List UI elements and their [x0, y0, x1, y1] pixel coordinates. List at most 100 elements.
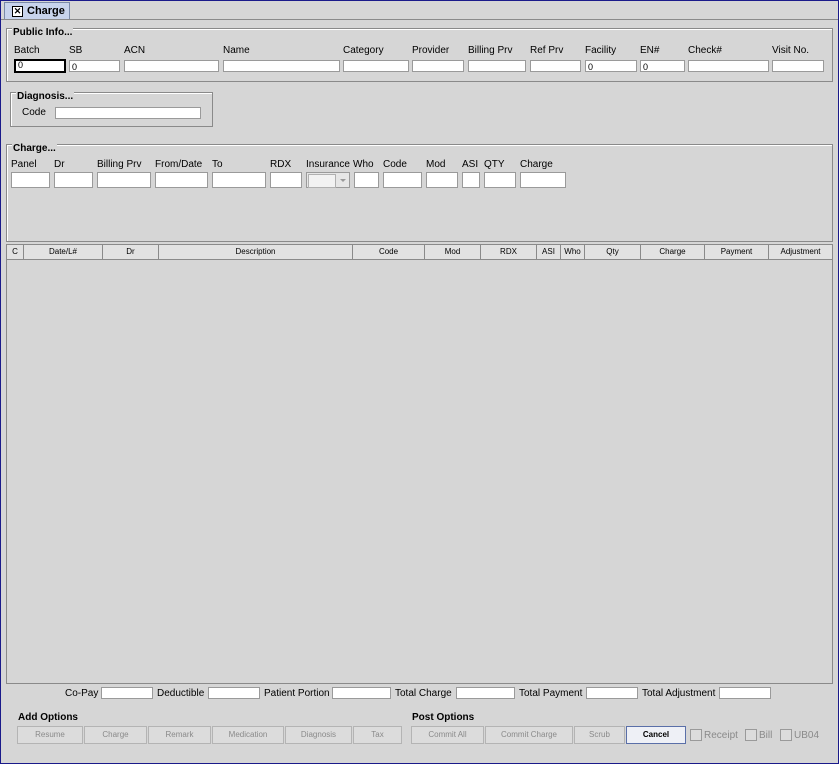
column-header-payment[interactable]: Payment [705, 245, 769, 259]
ub04-label: UB04 [794, 729, 820, 741]
provider-input[interactable] [412, 60, 464, 72]
ub04-checkbox-box [780, 729, 792, 741]
name-label: Name [223, 45, 250, 56]
from-date-label: From/Date [155, 159, 203, 170]
dr-label: Dr [54, 159, 65, 170]
deductible-input[interactable] [208, 687, 260, 699]
commit-all-button[interactable]: Commit All [411, 726, 484, 744]
rdx-label: RDX [270, 159, 292, 170]
column-header-charge[interactable]: Charge [641, 245, 705, 259]
column-header-who[interactable]: Who [561, 245, 585, 259]
charge-group: Charge... Panel Dr Billing Prv From/Date… [6, 143, 833, 242]
chevron-down-icon [340, 179, 346, 182]
qty-label: QTY [484, 159, 505, 170]
code-label: Code [383, 159, 407, 170]
column-header-qty[interactable]: Qty [585, 245, 641, 259]
tab-title: Charge [27, 5, 65, 17]
to-input[interactable] [212, 172, 266, 188]
diagnosis-code-input[interactable] [55, 107, 201, 119]
tab-charge[interactable]: ✕ Charge [4, 2, 70, 19]
en-label: EN# [640, 45, 660, 56]
deductible-label: Deductible [157, 688, 205, 699]
table-header: C Date/L# Dr Description Code Mod RDX AS… [7, 245, 832, 260]
provider-label: Provider [412, 45, 450, 56]
commit-charge-button[interactable]: Commit Charge [485, 726, 573, 744]
column-header-adjustment[interactable]: Adjustment [769, 245, 832, 259]
diagnosis-code-label: Code [22, 107, 46, 118]
column-header-dr[interactable]: Dr [103, 245, 159, 259]
copay-input[interactable] [101, 687, 153, 699]
qty-input[interactable] [484, 172, 516, 188]
ref-prv-label: Ref Prv [530, 45, 564, 56]
bill-checkbox[interactable]: Bill [745, 729, 772, 741]
diagnosis-button[interactable]: Diagnosis [285, 726, 352, 744]
total-payment-label: Total Payment [519, 688, 583, 699]
billing-prv-label: Billing Prv [468, 45, 513, 56]
batch-label: Batch [14, 45, 40, 56]
add-options-title: Add Options [18, 712, 78, 723]
column-header-rdx[interactable]: RDX [481, 245, 537, 259]
ub04-checkbox[interactable]: UB04 [780, 729, 819, 741]
resume-button[interactable]: Resume [17, 726, 83, 744]
column-header-description[interactable]: Description [159, 245, 353, 259]
facility-input[interactable]: 0 [585, 60, 637, 72]
column-header-c[interactable]: C [7, 245, 24, 259]
remark-button[interactable]: Remark [148, 726, 211, 744]
medication-button[interactable]: Medication [212, 726, 284, 744]
rdx-input[interactable] [270, 172, 302, 188]
en-input[interactable]: 0 [640, 60, 685, 72]
category-input[interactable] [343, 60, 409, 72]
asi-input[interactable] [462, 172, 480, 188]
column-header-mod[interactable]: Mod [425, 245, 481, 259]
scrub-button[interactable]: Scrub [574, 726, 625, 744]
who-label: Who [353, 159, 374, 170]
charge-billing-prv-label: Billing Prv [97, 159, 142, 170]
charge-button[interactable]: Charge [84, 726, 147, 744]
acn-label: ACN [124, 45, 146, 56]
diagnosis-group: Diagnosis... Code [10, 91, 213, 127]
from-date-input[interactable] [155, 172, 208, 188]
column-header-date[interactable]: Date/L# [24, 245, 103, 259]
mod-label: Mod [426, 159, 446, 170]
public-info-legend: Public Info... [12, 27, 74, 38]
patient-portion-label: Patient Portion [264, 688, 330, 699]
diagnosis-legend: Diagnosis... [16, 91, 75, 102]
total-charge-input[interactable] [456, 687, 515, 699]
bill-checkbox-box [745, 729, 757, 741]
to-label: To [212, 159, 223, 170]
receipt-label: Receipt [704, 729, 738, 741]
acn-input[interactable] [124, 60, 219, 72]
charges-table[interactable]: C Date/L# Dr Description Code Mod RDX AS… [6, 244, 833, 684]
name-input[interactable] [223, 60, 340, 72]
charge-billing-prv-input[interactable] [97, 172, 151, 188]
total-payment-input[interactable] [586, 687, 638, 699]
public-info-group: Public Info... Batch SB ACN Name Categor… [6, 27, 833, 82]
insurance-select[interactable] [306, 172, 350, 188]
tab-bar: ✕ Charge [1, 1, 838, 20]
close-icon[interactable]: ✕ [12, 5, 23, 17]
tax-button[interactable]: Tax [353, 726, 402, 744]
sb-input[interactable]: 0 [69, 60, 120, 72]
mod-input[interactable] [426, 172, 458, 188]
panel-input[interactable] [11, 172, 50, 188]
dr-input[interactable] [54, 172, 93, 188]
column-header-code[interactable]: Code [353, 245, 425, 259]
charge-window: ✕ Charge Public Info... Batch SB ACN Nam… [0, 0, 839, 764]
panel-label: Panel [11, 159, 37, 170]
code-input[interactable] [383, 172, 422, 188]
patient-portion-input[interactable] [332, 687, 391, 699]
receipt-checkbox[interactable]: Receipt [690, 729, 738, 741]
column-header-asi[interactable]: ASI [537, 245, 561, 259]
total-charge-label: Total Charge [395, 688, 452, 699]
billing-prv-input[interactable] [468, 60, 526, 72]
bill-label: Bill [759, 729, 773, 741]
check-label: Check# [688, 45, 722, 56]
total-adjustment-input[interactable] [719, 687, 771, 699]
who-input[interactable] [354, 172, 379, 188]
check-input[interactable] [688, 60, 769, 72]
charge-amount-input[interactable] [520, 172, 566, 188]
batch-input[interactable]: 0 [14, 59, 66, 73]
cancel-button[interactable]: Cancel [626, 726, 686, 744]
ref-prv-input[interactable] [530, 60, 581, 72]
visit-no-input[interactable] [772, 60, 824, 72]
